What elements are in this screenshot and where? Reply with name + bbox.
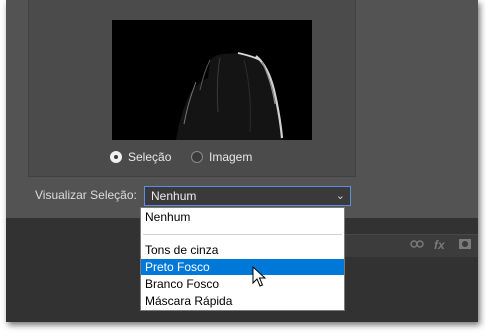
option-separator <box>143 234 342 235</box>
mouse-pointer-icon <box>252 266 266 287</box>
option-tons-de-cinza[interactable]: Tons de cinza <box>141 242 344 258</box>
radio-selecao[interactable]: Seleção <box>110 149 171 165</box>
radio-selected-icon[interactable] <box>110 151 122 163</box>
radio-imagem[interactable]: Imagem <box>191 149 252 165</box>
radio-imagem-label: Imagem <box>209 150 253 164</box>
option-branco-fosco[interactable]: Branco Fosco <box>141 276 344 292</box>
visualizar-dropdown-list: Nenhum Tons de cinza Preto Fosco Branco … <box>140 207 345 311</box>
visualizar-label: Visualizar Seleção: <box>35 188 137 202</box>
visualizar-select-value: Nenhum <box>151 189 197 203</box>
radio-unselected-icon[interactable] <box>191 151 203 163</box>
preview-thumbnail <box>112 20 312 140</box>
link-icon[interactable] <box>410 238 424 252</box>
chevron-down-icon: ⌄ <box>335 190 345 202</box>
option-preto-fosco[interactable]: Preto Fosco <box>141 259 344 275</box>
option-mascara-rapida[interactable]: Máscara Rápida <box>141 293 344 309</box>
radio-selecao-label: Seleção <box>128 150 172 164</box>
visualizar-select[interactable]: Nenhum ⌄ <box>144 186 351 206</box>
option-nenhum[interactable]: Nenhum <box>141 209 344 225</box>
fx-icon[interactable]: fx <box>434 238 445 252</box>
mask-icon[interactable] <box>458 238 472 253</box>
